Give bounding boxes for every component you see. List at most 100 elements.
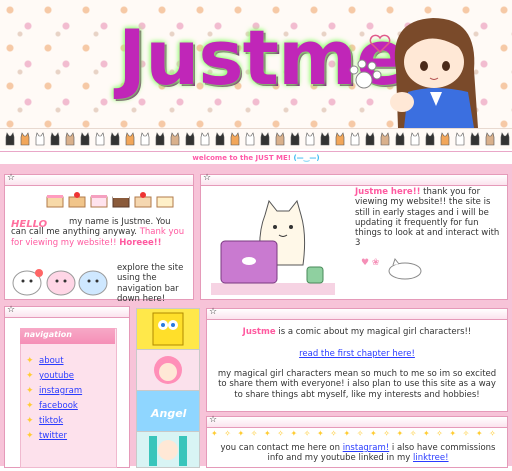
character-illustration	[390, 18, 478, 128]
sparkle-icon: ✦	[26, 386, 34, 396]
miku-icon	[149, 436, 187, 466]
sparkle-icon: ✦	[26, 431, 34, 441]
sleeping-cat-illustration: ♥ ❀	[361, 257, 422, 280]
cat-icon	[290, 132, 300, 146]
anime-girl-icon	[154, 356, 182, 384]
cat-icon	[50, 132, 60, 146]
linktree-link[interactable]: linktree!	[413, 453, 449, 463]
star-icon: ☆	[209, 415, 218, 425]
cakes-decoration	[46, 192, 174, 208]
nav-link-youtube[interactable]: youtube	[39, 371, 74, 381]
cat-icon	[350, 132, 360, 146]
panel-header: ☆	[207, 307, 507, 320]
contact-panel: ☆ ✦ ✧ ✦ ✧ ✦ ✧ ✦ ✧ ✦ ✧ ✦ ✧ ✦ ✧ ✦ ✧ ✦ ✧ ✦ …	[206, 415, 508, 468]
cat-icon	[65, 132, 75, 146]
thumb-miku	[136, 431, 200, 468]
cat-icon	[110, 132, 120, 146]
star-icon: ☆	[7, 173, 16, 183]
cat-icon	[365, 132, 375, 146]
cat-icon	[155, 132, 165, 146]
panel-header: ☆	[207, 415, 507, 428]
contact-text-a: you can contact me here on	[220, 443, 340, 453]
cat-icon	[425, 132, 435, 146]
sparkle-icon: ✦	[26, 416, 34, 426]
cat-strip	[0, 128, 512, 149]
welcome-panel: ☆ Justme here!! thank you for viewing my…	[200, 173, 508, 300]
comic-intro: Justme is a comic about my magical girl …	[213, 327, 501, 337]
cat-icon	[80, 132, 90, 146]
intro-panel: ☆ HELLO my name is Justme. You can call …	[4, 173, 194, 304]
cat-icon	[185, 132, 195, 146]
welcome-marquee: welcome to the JUST ME! (—‿—)	[0, 151, 512, 165]
cat-icon	[35, 132, 45, 146]
cat-icon	[245, 132, 255, 146]
cat-icon	[20, 132, 30, 146]
svg-text:♥ ❀: ♥ ❀	[361, 258, 379, 268]
cat-icon	[380, 132, 390, 146]
panel-header: ☆	[201, 173, 507, 186]
navigation-list: ✦ about ✦ youtube ✦ instagram ✦ facebook ✦ ti…	[26, 356, 116, 466]
navigation-title: navigation	[24, 330, 72, 339]
cat-icon	[455, 132, 465, 146]
marquee-emoticon: (—‿—)	[293, 154, 320, 162]
angel-icon: Angel	[150, 407, 187, 420]
panel-header: ☆	[5, 305, 129, 318]
cat-icon	[500, 132, 510, 146]
sparkle-border: ✦ ✧ ✦ ✧ ✦ ✧ ✦ ✧ ✦ ✧ ✦ ✧ ✦ ✧ ✦ ✧ ✦ ✧ ✦ ✧ …	[211, 429, 503, 438]
cat-icon	[215, 132, 225, 146]
intro-text: my name is Justme. You can call me anyth…	[11, 217, 187, 248]
panel-header: ☆	[5, 173, 193, 186]
nav-link-tiktok[interactable]: tiktok	[39, 416, 63, 426]
nav-link-twitter[interactable]: twitter	[39, 431, 67, 441]
star-icon: ☆	[203, 173, 212, 183]
cat-icon	[140, 132, 150, 146]
cat-icon	[305, 132, 315, 146]
nav-link-facebook[interactable]: facebook	[39, 401, 78, 411]
thumb-anime-girl	[136, 349, 200, 391]
star-icon: ☆	[209, 307, 218, 317]
marquee-text: welcome to the JUST ME!	[192, 154, 291, 162]
explore-text: explore the site using the navigation ba…	[117, 263, 184, 304]
cat-icon	[485, 132, 495, 146]
comic-name: Justme	[242, 327, 276, 337]
sparkle-icon: ✦	[26, 401, 34, 411]
sparkle-icon: ✦	[26, 356, 34, 366]
cat-icon	[470, 132, 480, 146]
cat-icon	[320, 132, 330, 146]
cat-icon	[335, 132, 345, 146]
contact-text: you can contact me here on instagram! i …	[215, 443, 501, 464]
star-icon: ☆	[7, 305, 16, 315]
instagram-link[interactable]: instagram!	[343, 443, 390, 453]
cat-icon	[440, 132, 450, 146]
intro-text-c: Horeee!!	[119, 237, 162, 248]
cat-icon	[170, 132, 180, 146]
welcome-text: Justme here!! thank you for viewing my w…	[355, 187, 503, 249]
cat-icon	[395, 132, 405, 146]
comic-panel: ☆ Justme is a comic about my magical gir…	[206, 307, 508, 412]
cat-laptop-illustration	[211, 199, 335, 295]
cat-icon	[95, 132, 105, 146]
cat-icon	[5, 132, 15, 146]
comic-text: is a comic about my magical girl charact…	[278, 327, 472, 337]
cat-icon	[230, 132, 240, 146]
welcome-name: Justme here!!	[355, 187, 421, 197]
cat-icon	[260, 132, 270, 146]
cat-icon	[200, 132, 210, 146]
paw-icon	[349, 59, 382, 89]
nav-link-instagram[interactable]: instagram	[39, 386, 82, 396]
comic-link-wrap: read the first chapter here!	[213, 349, 501, 359]
header-banner: Justme	[0, 0, 512, 128]
first-chapter-link[interactable]: read the first chapter here!	[299, 349, 415, 359]
spongebob-icon	[152, 312, 184, 346]
cat-icon	[275, 132, 285, 146]
thumb-angel: Angel	[136, 390, 200, 432]
thumb-spongebob	[136, 308, 200, 350]
cat-icon	[410, 132, 420, 146]
cat-icon	[125, 132, 135, 146]
navigation-title-bar: navigation	[20, 328, 115, 344]
sparkle-icon: ✦	[26, 371, 34, 381]
sanrio-illustration	[12, 269, 108, 296]
comic-body: my magical girl characters mean so much …	[217, 369, 497, 400]
nav-link-about[interactable]: about	[39, 356, 64, 366]
svg-text:Angel: Angel	[150, 407, 187, 420]
